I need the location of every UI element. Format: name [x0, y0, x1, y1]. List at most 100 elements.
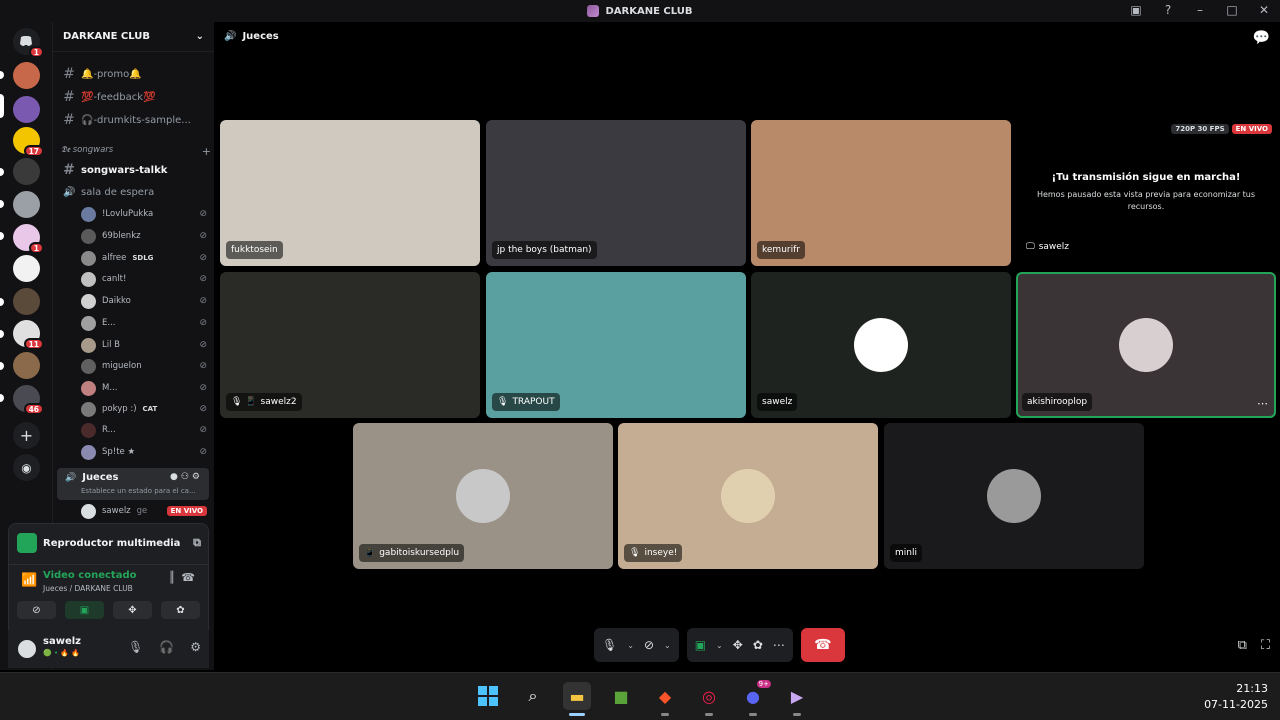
- category-songwars[interactable]: 𝕯𝖊 songwars +: [61, 145, 211, 158]
- voice-user-self[interactable]: sawelz ge EN VIVO: [81, 501, 207, 521]
- video-tile[interactable]: minli: [884, 423, 1144, 569]
- video-tile[interactable]: jp the boys (batman): [486, 120, 746, 266]
- participant-name-tag: 🎙 inseye!: [624, 544, 683, 562]
- minimize-button[interactable]: –: [1192, 2, 1208, 18]
- chat-icon[interactable]: ●: [170, 472, 181, 482]
- video-tile[interactable]: akishirooplop ⋯: [1016, 272, 1276, 418]
- channel-feedback[interactable]: # 💯-feedback💯: [57, 87, 209, 107]
- camera-off-button[interactable]: ⊘: [17, 601, 56, 619]
- server-icon[interactable]: 11: [13, 320, 44, 350]
- server-icon[interactable]: [13, 191, 40, 218]
- clan-tag: SDLG: [132, 254, 154, 262]
- voice-user[interactable]: alfree SDLG ⊘: [81, 248, 207, 268]
- voice-user[interactable]: pokyp :) CAT ⊘: [81, 399, 207, 419]
- voice-channel-jueces[interactable]: 🔊 Jueces Establece un estado para el ca..…: [57, 468, 209, 500]
- chevron-down-icon[interactable]: ⌄: [664, 641, 671, 650]
- noise-suppression-icon[interactable]: ║: [169, 571, 182, 584]
- disconnect-button[interactable]: ☎: [800, 628, 845, 662]
- chevron-down-icon[interactable]: ⌄: [716, 641, 723, 650]
- media-player-icon[interactable]: ▶: [783, 682, 811, 716]
- microphone-icon[interactable]: 🎙: [602, 638, 617, 652]
- stream-preview-tile[interactable]: 720P 30 FPS EN VIVO ¡Tu transmisión sigu…: [1016, 120, 1276, 266]
- search-icon[interactable]: ⌕: [519, 682, 547, 710]
- video-tile[interactable]: 📱 gabitoiskursedplu: [353, 423, 613, 569]
- voice-user[interactable]: canlt! ⊘: [81, 269, 207, 289]
- brave-browser-icon[interactable]: ◆: [651, 682, 679, 716]
- inbox-icon[interactable]: ▣: [1128, 2, 1144, 18]
- chat-bubble-icon[interactable]: 💬: [1253, 30, 1270, 46]
- fullscreen-icon[interactable]: ⛶: [1261, 638, 1270, 653]
- chevron-down-icon[interactable]: ⌄: [627, 641, 634, 650]
- server-icon[interactable]: [13, 255, 40, 282]
- system-clock[interactable]: 21:13 07-11-2025: [1204, 681, 1268, 713]
- channel-drumkits[interactable]: # 🎧-drumkits-sample...: [57, 110, 209, 130]
- voice-user[interactable]: E... ⊘: [81, 313, 207, 333]
- screen-share-icon[interactable]: ▣: [695, 638, 706, 652]
- voice-user[interactable]: M... ⊘: [81, 378, 207, 398]
- discord-home-icon[interactable]: 1: [13, 28, 44, 58]
- video-tile[interactable]: sawelz: [751, 272, 1011, 418]
- participant-name-tag: sawelz: [757, 393, 798, 411]
- server-icon[interactable]: [13, 96, 40, 123]
- server-icon[interactable]: [13, 288, 40, 315]
- voice-user[interactable]: Daikko ⊘: [81, 291, 207, 311]
- more-options-icon[interactable]: ⋯: [773, 638, 785, 652]
- voice-user[interactable]: Sp!te ★ ⊘: [81, 442, 207, 462]
- gear-icon[interactable]: ⚙: [190, 640, 201, 654]
- discord-icon[interactable]: ● 9+: [739, 680, 771, 716]
- minecraft-icon[interactable]: ■: [607, 682, 635, 710]
- close-button[interactable]: ✕: [1256, 2, 1272, 18]
- avatar[interactable]: [16, 638, 38, 660]
- voice-user[interactable]: 69blenkz ⊘: [81, 226, 207, 246]
- add-channel-icon[interactable]: +: [202, 145, 211, 158]
- voice-user[interactable]: miguelon ⊘: [81, 356, 207, 376]
- discover-icon[interactable]: ◉: [13, 454, 40, 481]
- video-tile[interactable]: kemurifr: [751, 120, 1011, 266]
- chevron-down-icon: ⌄: [195, 31, 204, 42]
- popout-icon[interactable]: ⧉: [193, 536, 201, 550]
- channel-promo[interactable]: # 🔔-promo🔔: [57, 64, 209, 84]
- file-explorer-icon[interactable]: ▬: [563, 682, 591, 716]
- windows-start-icon[interactable]: [474, 682, 502, 710]
- media-player-icon: [17, 533, 37, 553]
- server-icon[interactable]: [13, 62, 40, 89]
- add-server-icon[interactable]: +: [13, 422, 40, 449]
- video-tile[interactable]: 🎙 📱 sawelz2: [220, 272, 480, 418]
- video-tile[interactable]: 🎙 inseye!: [618, 423, 878, 569]
- unread-pill: [0, 362, 4, 370]
- headphones-icon[interactable]: 🎧: [159, 640, 174, 654]
- muted-icon: ⊘: [199, 231, 207, 241]
- more-options-icon[interactable]: ⋯: [1257, 397, 1268, 410]
- maximize-button[interactable]: □: [1224, 2, 1240, 18]
- server-icon[interactable]: 1: [13, 224, 44, 254]
- disconnect-icon[interactable]: ☎: [181, 571, 201, 584]
- server-icon[interactable]: 17: [13, 127, 44, 157]
- activities-button[interactable]: ✥: [113, 601, 152, 619]
- server-icon[interactable]: 46: [13, 385, 44, 415]
- video-tile[interactable]: fukktosein: [220, 120, 480, 266]
- opera-gx-icon[interactable]: ◎: [695, 682, 723, 716]
- avatar: [721, 469, 775, 523]
- help-icon[interactable]: ?: [1160, 2, 1176, 18]
- voice-channel-sala-de-espera[interactable]: 🔊 sala de espera: [57, 182, 209, 202]
- activities-icon[interactable]: ✥: [733, 638, 743, 652]
- voice-user[interactable]: R... ⊘: [81, 420, 207, 440]
- invite-icon[interactable]: ⚇: [181, 472, 192, 482]
- muted-icon: ⊘: [199, 209, 207, 219]
- server-icon[interactable]: [13, 158, 40, 185]
- channel-songwars-talkk[interactable]: # songwars-talkk: [57, 160, 209, 180]
- voice-user[interactable]: Lil B ⊘: [81, 335, 207, 355]
- camera-off-icon[interactable]: ⊘: [644, 638, 654, 652]
- server-header[interactable]: DARKANE CLUB ⌄: [53, 22, 214, 52]
- server-icon[interactable]: [13, 352, 40, 379]
- soundboard-button[interactable]: ✿: [161, 601, 200, 619]
- popout-icon[interactable]: ⧉: [1238, 638, 1247, 653]
- microphone-icon[interactable]: 🎙: [128, 640, 143, 654]
- video-tile[interactable]: 🎙 TRAPOUT: [486, 272, 746, 418]
- status-icon: 🎙: [497, 397, 509, 407]
- screen-share-button[interactable]: ▣: [65, 601, 104, 619]
- gear-icon[interactable]: ⚙: [192, 472, 203, 482]
- soundboard-icon[interactable]: ✿: [753, 638, 763, 652]
- muted-icon: ⊘: [199, 253, 207, 263]
- voice-user[interactable]: !LovluPukka ⊘: [81, 204, 207, 224]
